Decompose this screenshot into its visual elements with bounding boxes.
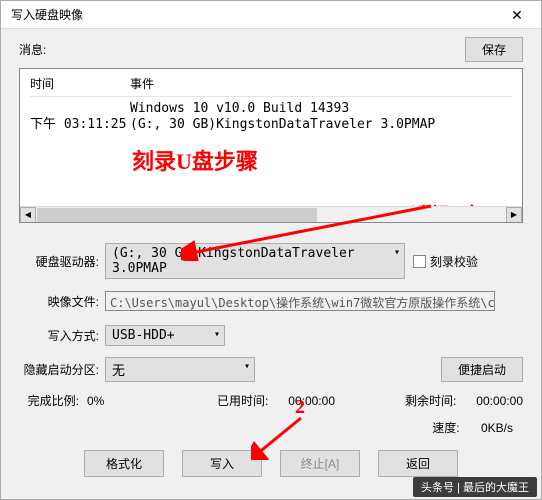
image-file-label: 映像文件: bbox=[19, 293, 99, 310]
write-button[interactable]: 写入 bbox=[182, 450, 262, 477]
hidden-boot-label: 隐藏启动分区: bbox=[19, 361, 99, 378]
completion-label: 完成比例: bbox=[19, 392, 79, 409]
disk-drive-value: (G:, 30 GB)KingstonDataTraveler 3.0PMAP bbox=[112, 246, 386, 276]
verify-checkbox-wrap[interactable]: 刻录校验 bbox=[413, 253, 478, 270]
format-button[interactable]: 格式化 bbox=[84, 450, 164, 477]
completion-value: 0% bbox=[87, 394, 147, 408]
write-mode-select[interactable]: USB-HDD+ bbox=[105, 325, 225, 346]
log-event: (G:, 30 GB)KingstonDataTraveler 3.0PMAP bbox=[130, 117, 435, 133]
verify-label: 刻录校验 bbox=[430, 253, 478, 270]
info-label: 消息: bbox=[19, 41, 46, 58]
log-box: 时间 事件 Windows 10 v10.0 Build 14393 下午 03… bbox=[19, 68, 523, 223]
annotation-step2: 2 bbox=[295, 396, 305, 419]
write-mode-value: USB-HDD+ bbox=[112, 328, 175, 343]
log-header: 时间 事件 bbox=[30, 75, 512, 97]
portable-boot-button[interactable]: 便捷启动 bbox=[441, 357, 523, 382]
scroll-thumb[interactable] bbox=[37, 208, 317, 222]
remaining-label: 剩余时间: bbox=[405, 392, 456, 409]
watermark: 头条号 | 最后的大魔王 bbox=[413, 477, 537, 497]
horizontal-scrollbar[interactable]: ◀ ▶ bbox=[20, 206, 522, 222]
speed-value: 0KB/s bbox=[481, 421, 513, 435]
log-row: Windows 10 v10.0 Build 14393 bbox=[30, 101, 512, 117]
save-button[interactable]: 保存 bbox=[465, 37, 523, 62]
image-file-field[interactable]: C:\Users\mayul\Desktop\操作系统\win7微软官方原版操作… bbox=[105, 291, 495, 311]
window-title: 写入硬盘映像 bbox=[11, 6, 83, 23]
scroll-right-icon[interactable]: ▶ bbox=[506, 207, 522, 223]
log-row: 下午 03:11:25 (G:, 30 GB)KingstonDataTrave… bbox=[30, 117, 512, 133]
hidden-boot-select[interactable]: 无 bbox=[105, 357, 255, 382]
remaining-value: 00:00:00 bbox=[476, 394, 523, 408]
log-time bbox=[30, 101, 130, 117]
elapsed-label: 已用时间: bbox=[217, 392, 268, 409]
write-mode-label: 写入方式: bbox=[19, 327, 99, 344]
log-header-event: 事件 bbox=[130, 75, 154, 92]
disk-drive-label: 硬盘驱动器: bbox=[19, 253, 99, 270]
title-bar: 写入硬盘映像 ✕ bbox=[1, 1, 541, 29]
log-event: Windows 10 v10.0 Build 14393 bbox=[130, 101, 349, 117]
annotation-burn-steps: 刻录U盘步骤 bbox=[132, 144, 258, 176]
abort-button: 终止[A] bbox=[280, 450, 360, 477]
log-header-time: 时间 bbox=[30, 75, 130, 92]
hidden-boot-value: 无 bbox=[112, 360, 125, 379]
close-icon[interactable]: ✕ bbox=[497, 3, 537, 27]
log-time: 下午 03:11:25 bbox=[30, 117, 130, 133]
speed-label: 速度: bbox=[432, 421, 459, 435]
back-button[interactable]: 返回 bbox=[378, 450, 458, 477]
scroll-left-icon[interactable]: ◀ bbox=[20, 207, 36, 223]
disk-drive-select[interactable]: (G:, 30 GB)KingstonDataTraveler 3.0PMAP bbox=[105, 243, 405, 279]
verify-checkbox[interactable] bbox=[413, 255, 426, 268]
